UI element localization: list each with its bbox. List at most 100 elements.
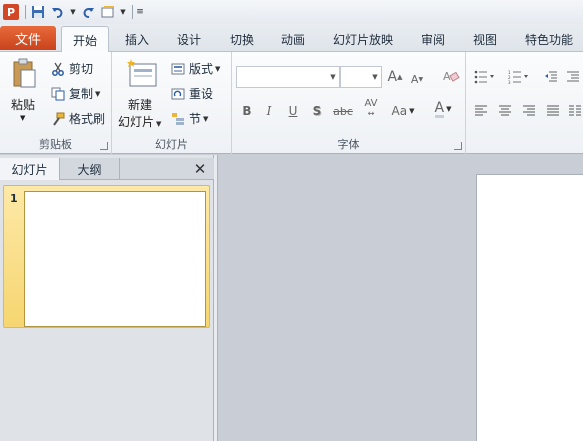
columns-button[interactable] — [566, 102, 583, 120]
powerpoint-app-icon[interactable]: P — [2, 3, 20, 21]
grow-font-button[interactable]: A ▲ — [386, 68, 404, 86]
paste-dropdown-icon: ▼ — [20, 114, 26, 122]
shadow-button[interactable]: S — [308, 102, 326, 120]
close-icon[interactable]: ✕ — [192, 160, 208, 178]
tab-home[interactable]: 开始 — [61, 26, 109, 53]
shrink-font-label: A — [410, 72, 419, 86]
align-center-button[interactable] — [496, 102, 514, 120]
font-dialog-launcher[interactable] — [454, 142, 462, 150]
cut-label: 剪切 — [69, 62, 94, 76]
font-family-dropdown-icon[interactable]: ▼ — [327, 67, 339, 87]
align-right-icon — [523, 105, 535, 116]
clear-formatting-button[interactable]: A — [440, 67, 462, 85]
slide-thumbnail-item[interactable]: 1 — [3, 185, 210, 328]
align-right-button[interactable] — [520, 102, 538, 120]
change-case-label: Aa — [391, 104, 408, 118]
customize-qat-icon[interactable]: ≡ — [136, 3, 144, 21]
tab-insert[interactable]: 插入 — [116, 26, 158, 52]
new-slide-icon[interactable] — [99, 3, 117, 21]
save-icon[interactable] — [29, 3, 47, 21]
format-painter-label: 格式刷 — [69, 112, 106, 126]
italic-button[interactable]: I — [260, 102, 278, 120]
clear-formatting-icon: A — [443, 70, 460, 83]
font-group-label: 字体 — [337, 138, 360, 151]
shrink-font-button[interactable]: A ▼ — [408, 70, 426, 88]
slide-canvas[interactable] — [477, 175, 583, 441]
character-spacing-label: AV — [364, 98, 378, 109]
change-case-dropdown-icon: ▼ — [409, 107, 415, 115]
font-color-button[interactable]: A ▼ — [428, 100, 458, 118]
font-size-combo[interactable]: ▼ — [340, 66, 382, 88]
layout-dropdown-icon: ▼ — [215, 64, 221, 73]
tab-design[interactable]: 设计 — [168, 26, 210, 52]
tab-slideshow[interactable]: 幻灯片放映 — [324, 26, 402, 52]
qat-separator — [25, 5, 26, 19]
cut-button[interactable]: 剪切 — [50, 60, 93, 77]
paragraph-group: 123 — [466, 52, 583, 154]
decrease-indent-icon — [545, 71, 557, 82]
clipboard-dialog-launcher[interactable] — [100, 142, 108, 150]
redo-icon[interactable] — [79, 3, 97, 21]
copy-button[interactable]: 复制 ▼ — [50, 85, 100, 102]
strikethrough-button[interactable]: abc — [330, 102, 356, 120]
app-logo: P — [3, 4, 19, 20]
slides-group: 新建 幻灯片 ▼ 版式 ▼ 重设 节 ▼ 幻灯片 — [112, 52, 232, 154]
section-button[interactable]: 节 ▼ — [170, 110, 208, 127]
justify-icon — [547, 105, 559, 116]
tab-special-features[interactable]: 特色功能 — [516, 26, 582, 52]
clipboard-group-label: 剪贴板 — [39, 138, 72, 151]
panel-splitter[interactable] — [214, 155, 218, 441]
change-case-button[interactable]: Aa ▼ — [388, 102, 418, 120]
decrease-indent-button[interactable] — [542, 68, 560, 86]
reset-icon — [170, 86, 186, 102]
tab-slides-panel[interactable]: 幻灯片 — [0, 158, 60, 180]
tab-outline-panel[interactable]: 大纲 — [60, 158, 120, 180]
undo-icon[interactable] — [49, 3, 67, 21]
font-size-dropdown-icon[interactable]: ▼ — [369, 67, 381, 87]
svg-text:3: 3 — [508, 80, 511, 84]
font-family-combo[interactable]: ▼ — [236, 66, 340, 88]
copy-icon — [50, 86, 66, 102]
ribbon-tab-bar: 文件 开始 插入 设计 切换 动画 幻灯片放映 审阅 视图 特色功能 — [0, 24, 583, 53]
new-slide-label-1: 新建 — [128, 98, 153, 112]
format-painter-button[interactable]: 格式刷 — [50, 110, 105, 127]
reset-button[interactable]: 重设 — [170, 85, 213, 102]
increase-indent-button[interactable] — [564, 68, 582, 86]
tab-transitions[interactable]: 切换 — [221, 26, 263, 52]
tab-animations[interactable]: 动画 — [272, 26, 314, 52]
align-left-icon — [475, 105, 487, 116]
copy-dropdown-icon: ▼ — [95, 89, 101, 98]
tab-review[interactable]: 审阅 — [412, 26, 454, 52]
bold-button[interactable]: B — [238, 102, 256, 120]
clipboard-group: 粘贴 ▼ 剪切 复制 ▼ 格式刷 剪贴板 — [0, 52, 112, 154]
new-slide-dropdown-icon[interactable]: ▼ — [119, 3, 127, 21]
section-dropdown-icon: ▼ — [203, 114, 209, 123]
bullets-button[interactable] — [472, 68, 498, 86]
paste-button[interactable]: 粘贴 ▼ — [4, 56, 44, 128]
new-slide-label-2: 幻灯片 ▼ — [118, 113, 161, 130]
layout-label: 版式 — [189, 62, 214, 76]
slides-outline-panel: 幻灯片 大纲 ✕ 1 — [0, 155, 214, 441]
paste-icon — [12, 58, 36, 88]
character-spacing-button[interactable]: AV ↔ — [358, 98, 384, 119]
numbering-button[interactable]: 123 — [506, 68, 532, 86]
undo-dropdown-icon[interactable]: ▼ — [69, 3, 77, 21]
font-color-dropdown-icon: ▼ — [446, 105, 452, 113]
underline-button[interactable]: U — [284, 102, 302, 120]
tab-view[interactable]: 视图 — [464, 26, 506, 52]
new-slide-dropdown-icon: ▼ — [156, 120, 162, 128]
scissors-icon — [50, 61, 66, 77]
ribbon: 粘贴 ▼ 剪切 复制 ▼ 格式刷 剪贴板 新建 幻灯片 ▼ 版式 ▼ 重设 节 … — [0, 52, 583, 154]
tab-file[interactable]: 文件 — [0, 26, 56, 50]
new-slide-button[interactable]: 新建 幻灯片 ▼ — [116, 56, 168, 130]
qat-separator — [132, 5, 133, 19]
justify-button[interactable] — [544, 102, 562, 120]
slide-number: 1 — [10, 192, 18, 205]
slide-thumbnail[interactable] — [24, 191, 206, 327]
section-icon — [170, 111, 186, 127]
font-group: ▼ ▼ A ▲ A ▼ A B I U S abc AV ↔ Aa ▼ A ▼ 字体 — [232, 52, 466, 154]
layout-button[interactable]: 版式 ▼ — [170, 60, 220, 77]
slides-group-label: 幻灯片 — [155, 138, 188, 151]
align-left-button[interactable] — [472, 102, 490, 120]
spacing-arrows-icon: ↔ — [367, 109, 375, 118]
